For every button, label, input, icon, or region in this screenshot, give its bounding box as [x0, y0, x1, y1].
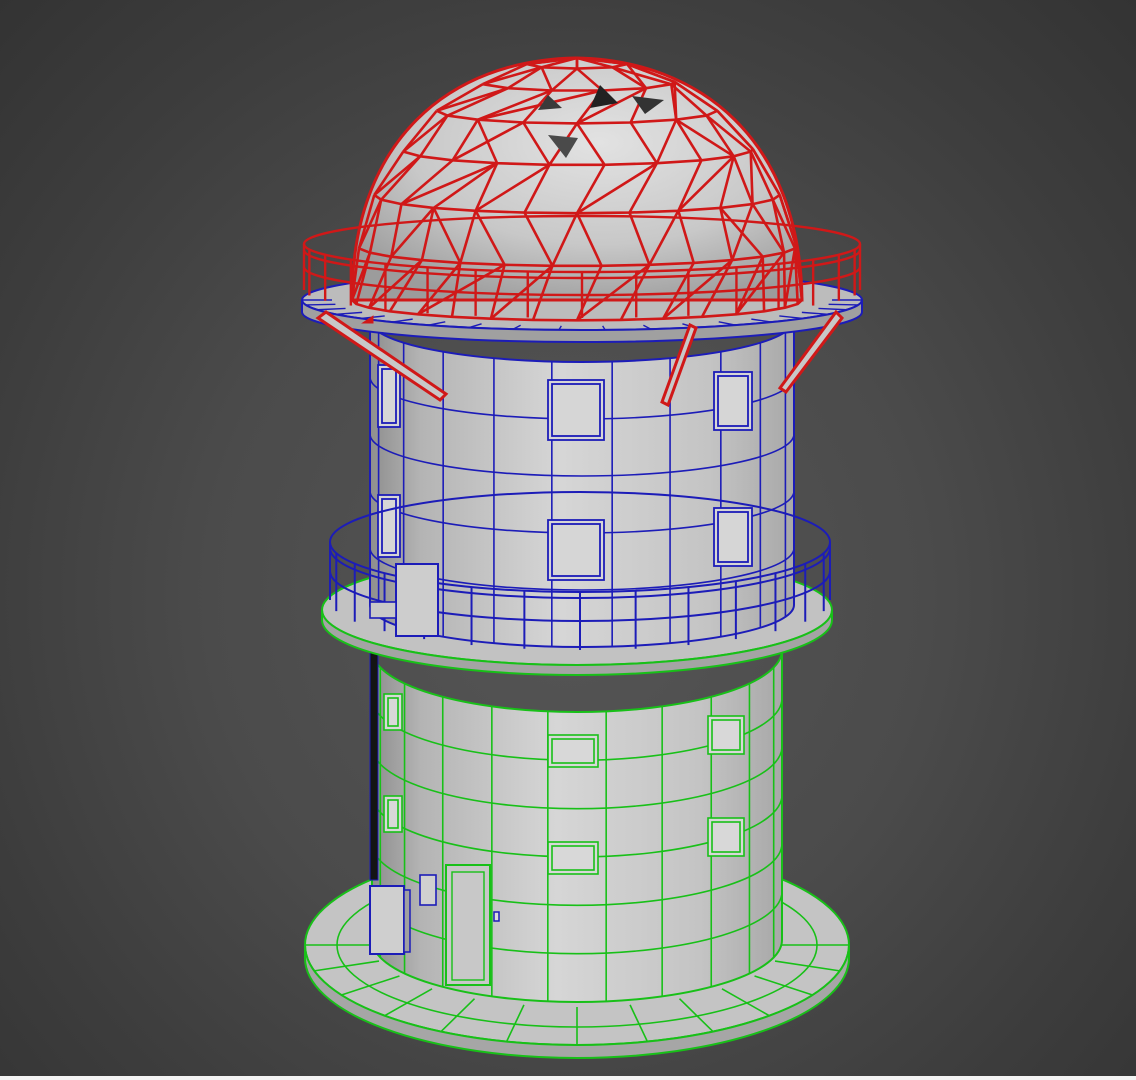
door-handle	[493, 911, 500, 922]
tower-model[interactable]	[0, 0, 1136, 1080]
small-panel	[419, 874, 437, 906]
hatch-box	[395, 563, 439, 637]
electric-box	[369, 885, 405, 955]
3d-viewport[interactable]	[0, 0, 1136, 1080]
upper-tank[interactable]	[301, 269, 863, 676]
